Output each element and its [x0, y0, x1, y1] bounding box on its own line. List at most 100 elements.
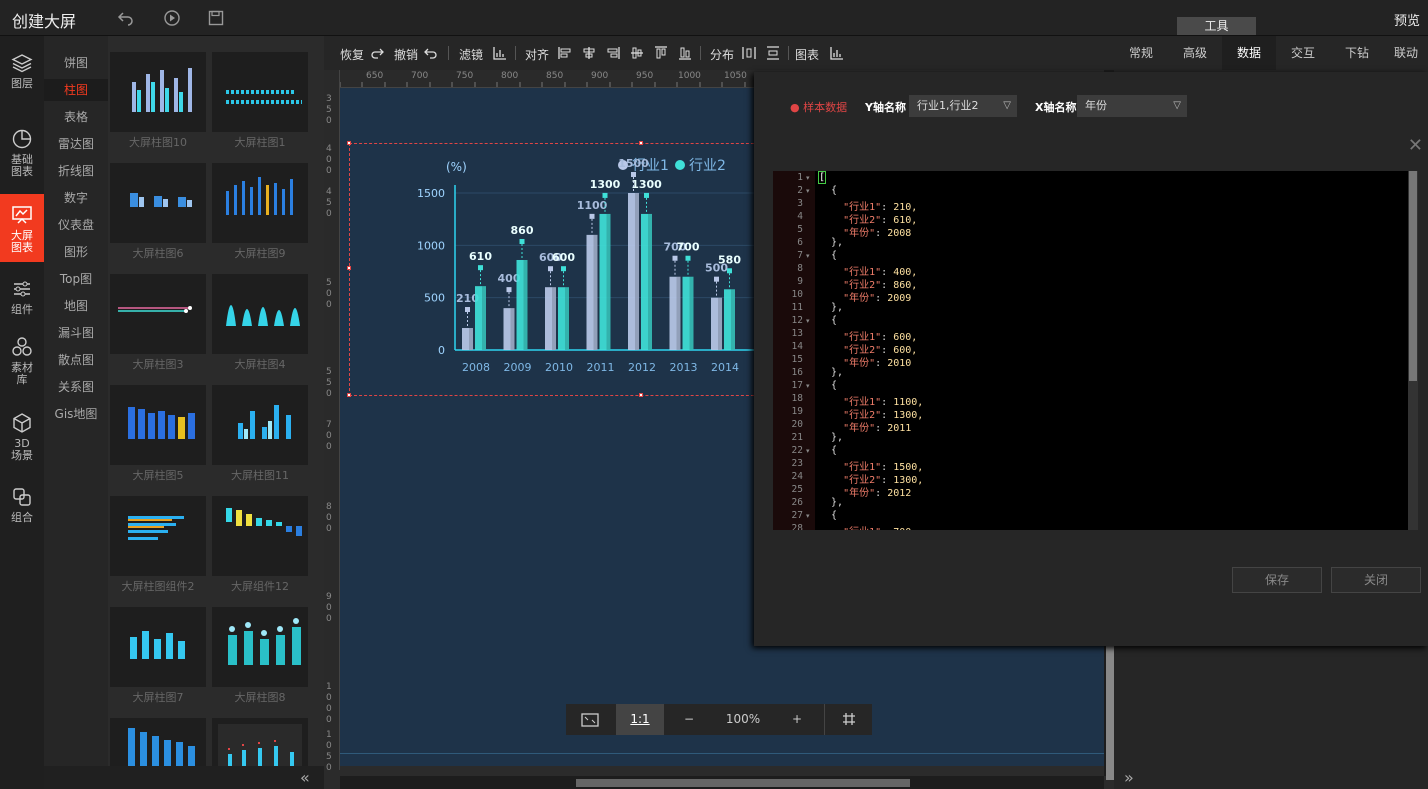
nav-3d-scene[interactable]: 3D场景 [0, 412, 44, 466]
fold-arrow-icon[interactable]: ▾ [806, 447, 810, 455]
tab-general[interactable]: 常规 [1114, 36, 1168, 70]
tab-data[interactable]: 数据 [1222, 36, 1276, 70]
category-funnel[interactable]: 漏斗图 [44, 322, 108, 344]
chart-button[interactable]: 图表 [795, 46, 819, 63]
distribute-v-icon[interactable] [766, 46, 780, 60]
thumbnail-chart[interactable] [110, 718, 206, 766]
restore-button[interactable]: 恢复 [340, 46, 364, 63]
nav-basic-charts[interactable]: 基础图表 [0, 128, 44, 180]
category-map[interactable]: 地图 [44, 295, 108, 317]
align-top-icon[interactable] [654, 46, 668, 60]
category-top[interactable]: Top图 [44, 268, 108, 290]
save-icon[interactable] [207, 9, 225, 27]
category-shape[interactable]: 图形 [44, 241, 108, 263]
thumbnail-chart[interactable] [110, 274, 206, 354]
save-button[interactable]: 保存 [1232, 567, 1322, 593]
fold-arrow-icon[interactable]: ▾ [806, 512, 810, 520]
chart-icon[interactable] [830, 46, 844, 60]
scrollbar-thumb[interactable] [576, 779, 910, 787]
tab-drilldown[interactable]: 下钻 [1330, 36, 1384, 70]
align-bottom-icon[interactable] [678, 46, 692, 60]
thumbnail-chart[interactable] [212, 163, 308, 243]
zoom-in-button[interactable]: + [782, 704, 812, 735]
align-middle-icon[interactable] [630, 46, 644, 60]
editor-scrollbar[interactable] [1408, 171, 1418, 530]
category-line[interactable]: 折线图 [44, 160, 108, 182]
thumbnail-chart[interactable] [110, 385, 206, 465]
nav-materials[interactable]: 素材库 [0, 336, 44, 390]
thumbnail-chart[interactable] [212, 385, 308, 465]
close-icon[interactable]: ✕ [1408, 135, 1423, 156]
align-center-icon[interactable] [582, 46, 596, 60]
nav-screen-charts[interactable]: 大屏图表 [0, 194, 44, 262]
json-editor[interactable]: 1 ▾[2 ▾ {3 "行业1": 210, 4 "行业2": 610, 5 "年份":… [773, 171, 1418, 530]
layers-icon [11, 54, 33, 73]
align-right-icon[interactable] [606, 46, 620, 60]
category-relation[interactable]: 关系图 [44, 376, 108, 398]
close-button[interactable]: 关闭 [1331, 567, 1421, 593]
thumbnail-chart[interactable] [110, 52, 206, 132]
nav-layers[interactable]: 图层 [0, 52, 44, 100]
fold-arrow-icon[interactable]: ▾ [806, 187, 810, 195]
collapse-left-icon[interactable]: « [300, 768, 310, 787]
thumbnail-chart[interactable] [212, 274, 308, 354]
line-number: 17 [791, 380, 803, 391]
redo-icon[interactable] [370, 46, 384, 60]
fit-screen-icon[interactable] [566, 704, 614, 735]
tool-tab[interactable]: 工具 [1177, 17, 1256, 35]
canvas-h-scrollbar[interactable] [340, 776, 1104, 789]
x-axis-select[interactable]: 年份 ▽ [1077, 95, 1187, 117]
left-nav: 图层 基础图表 大屏图表 组件 素材库 3D场景 组合 [0, 36, 44, 789]
filter-chart-icon[interactable] [493, 46, 507, 60]
thumbnail-chart[interactable] [212, 52, 308, 132]
resize-handle[interactable] [639, 393, 643, 397]
thumbnail-chart[interactable] [110, 496, 206, 576]
thumbnail-chart[interactable] [212, 718, 308, 766]
resize-handle[interactable] [639, 141, 643, 145]
align-left-icon[interactable] [558, 46, 572, 60]
thumbnail-chart[interactable] [110, 607, 206, 687]
tab-advanced[interactable]: 高级 [1168, 36, 1222, 70]
back-icon[interactable] [116, 9, 134, 27]
distribute-h-icon[interactable] [742, 46, 756, 60]
category-number[interactable]: 数字 [44, 187, 108, 209]
fold-arrow-icon[interactable]: ▾ [806, 174, 810, 182]
nav-group[interactable]: 组合 [0, 486, 44, 526]
undo-button[interactable]: 撤销 [394, 46, 418, 63]
category-pie[interactable]: 饼图 [44, 52, 108, 74]
thumbnail-chart[interactable] [110, 163, 206, 243]
code-line: [ [817, 171, 827, 184]
resize-handle[interactable] [347, 141, 351, 145]
grid-icon[interactable] [824, 704, 872, 735]
category-radar[interactable]: 雷达图 [44, 133, 108, 155]
distribute-button[interactable]: 分布 [710, 46, 734, 63]
resize-handle[interactable] [347, 266, 351, 270]
category-bar[interactable]: 柱图 [44, 79, 108, 101]
category-gauge[interactable]: 仪表盘 [44, 214, 108, 236]
fold-arrow-icon[interactable]: ▾ [806, 252, 810, 260]
align-button[interactable]: 对齐 [525, 46, 549, 63]
thumbnail-chart[interactable] [212, 607, 308, 687]
scrollbar-thumb[interactable] [1106, 645, 1114, 780]
category-table[interactable]: 表格 [44, 106, 108, 128]
nav-components[interactable]: 组件 [0, 278, 44, 318]
zoom-actual-button[interactable]: 1:1 [616, 704, 664, 735]
filter-button[interactable]: 滤镜 [459, 46, 483, 63]
y-axis-select[interactable]: 行业1,行业2 ▽ [909, 95, 1017, 117]
code-line: { [819, 445, 838, 456]
fold-arrow-icon[interactable]: ▾ [806, 382, 810, 390]
category-gis-map[interactable]: Gis地图 [44, 403, 108, 425]
fold-arrow-icon[interactable]: ▾ [806, 317, 810, 325]
category-scatter[interactable]: 散点图 [44, 349, 108, 371]
selection-box[interactable] [349, 143, 769, 396]
undo-icon[interactable] [424, 46, 438, 60]
preview-button[interactable]: 预览 [1394, 10, 1420, 29]
scrollbar-thumb[interactable] [1409, 171, 1417, 381]
resize-handle[interactable] [347, 393, 351, 397]
thumbnail-chart[interactable] [212, 496, 308, 576]
tab-linkage[interactable]: 联动 [1384, 36, 1428, 70]
play-icon[interactable] [163, 9, 181, 27]
collapse-right-icon[interactable]: » [1124, 768, 1134, 787]
tab-interaction[interactable]: 交互 [1276, 36, 1330, 70]
zoom-out-button[interactable]: − [674, 704, 704, 735]
